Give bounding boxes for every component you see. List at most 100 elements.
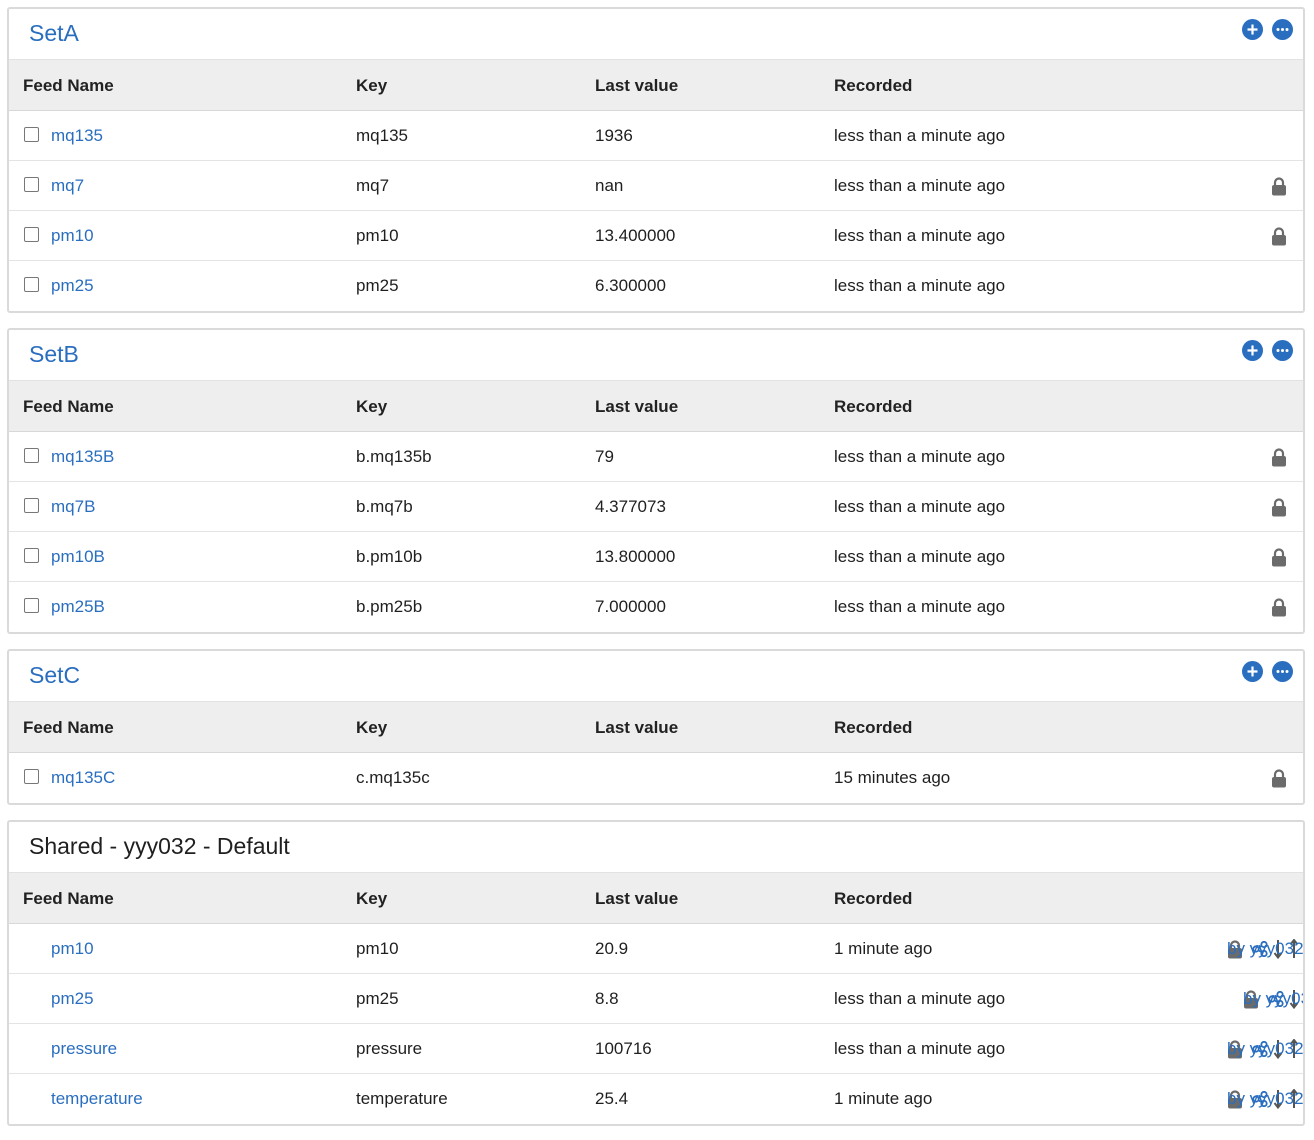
lock-icon (1272, 177, 1286, 196)
feed-last-value: nan (595, 176, 624, 195)
group-header: SetA (9, 9, 1303, 59)
feed-recorded: 15 minutes ago (834, 768, 951, 787)
add-feed-button[interactable] (1242, 661, 1263, 682)
group-options-button[interactable] (1272, 661, 1293, 682)
column-header-feed-name: Feed Name (23, 76, 114, 95)
feed-name-link[interactable]: mq7 (51, 176, 84, 196)
group-title[interactable]: SetA (29, 20, 79, 47)
feed-key: pm25 (356, 989, 399, 1008)
add-feed-button[interactable] (1242, 340, 1263, 361)
table-body: mq135C c.mq135c 15 minutes ago (9, 753, 1303, 803)
row-checkbox[interactable] (24, 448, 39, 463)
feed-name-link[interactable]: pm10 (51, 226, 94, 246)
lock-icon (1272, 769, 1286, 788)
table-row: pm25B b.pm25b 7.000000 less than a minute a… (9, 582, 1303, 632)
feed-name-link[interactable]: mq135B (51, 447, 114, 467)
row-checkbox[interactable] (24, 548, 39, 563)
column-header-key: Key (356, 76, 388, 95)
column-header-recorded: Recorded (834, 889, 913, 908)
group-actions (1242, 661, 1293, 682)
feed-name-link[interactable]: pm25 (51, 276, 94, 296)
feed-last-value: 4.377073 (595, 497, 666, 516)
feed-key: pm10 (356, 226, 399, 245)
column-header-feed-name: Feed Name (23, 889, 114, 908)
column-header-key: Key (356, 718, 388, 737)
plus-icon (1247, 666, 1258, 677)
table-row: mq135C c.mq135c 15 minutes ago (9, 753, 1303, 803)
column-header-last-value: Last value (595, 397, 679, 416)
shared-by-link[interactable]: by yyy032 (1227, 1089, 1303, 1109)
add-feed-button[interactable] (1242, 19, 1263, 40)
table-header: Feed Name Key Last value Recorded (9, 59, 1303, 111)
feed-recorded: less than a minute ago (834, 126, 1006, 145)
shared-feed-tools: by yyy032 (1243, 988, 1303, 1010)
row-checkbox[interactable] (24, 598, 39, 613)
table-row: pressure pressure 100716 less than a minute… (9, 1024, 1303, 1074)
feed-key: b.pm10b (356, 547, 423, 566)
group-actions (1242, 19, 1293, 40)
lock-icon (1272, 448, 1286, 467)
feed-name-link[interactable]: mq7B (51, 497, 95, 517)
feed-recorded: less than a minute ago (834, 547, 1006, 566)
feed-name-link[interactable]: pm25 (51, 989, 94, 1009)
feed-name-link[interactable]: pressure (51, 1039, 117, 1059)
feed-last-value: 13.400000 (595, 226, 676, 245)
table-row: temperature temperature 25.4 1 minute ago by… (9, 1074, 1303, 1124)
more-icon (1276, 670, 1289, 673)
table-row: mq7 mq7 nan less than a minute ago (9, 161, 1303, 211)
feed-name-link[interactable]: mq135 (51, 126, 103, 146)
column-header-key: Key (356, 397, 388, 416)
group-title[interactable]: SetC (29, 662, 80, 689)
table-row: pm10B b.pm10b 13.800000 less than a minute … (9, 532, 1303, 582)
feed-last-value: 1936 (595, 126, 633, 145)
feed-name-link[interactable]: pm10B (51, 547, 105, 567)
row-checkbox[interactable] (24, 227, 39, 242)
column-header-recorded: Recorded (834, 718, 913, 737)
feed-name-link[interactable]: temperature (51, 1089, 143, 1109)
table-row: pm25 pm25 8.8 less than a minute ago by yyy0… (9, 974, 1303, 1024)
feed-key: pm25 (356, 276, 399, 295)
feed-name-link[interactable]: mq135C (51, 768, 115, 788)
row-checkbox[interactable] (24, 127, 39, 142)
lock-icon (1272, 598, 1286, 617)
shared-feed-tools: by yyy032 (1227, 938, 1303, 960)
feed-recorded: less than a minute ago (834, 597, 1006, 616)
table-row: mq7B b.mq7b 4.377073 less than a minute ago (9, 482, 1303, 532)
lock-icon (1272, 227, 1286, 246)
row-checkbox[interactable] (24, 498, 39, 513)
group-actions (1242, 340, 1293, 361)
shared-by-link[interactable]: by yyy032 (1227, 1039, 1303, 1059)
feed-key: c.mq135c (356, 768, 430, 787)
row-checkbox[interactable] (24, 277, 39, 292)
feed-key: temperature (356, 1089, 448, 1108)
column-header-feed-name: Feed Name (23, 718, 114, 737)
table-row: pm10 pm10 20.9 1 minute ago by yyy032 (9, 924, 1303, 974)
feed-name-link[interactable]: pm25B (51, 597, 105, 617)
table-header: Feed Name Key Last value Recorded (9, 380, 1303, 432)
column-header-last-value: Last value (595, 76, 679, 95)
feed-last-value: 7.000000 (595, 597, 666, 616)
row-checkbox[interactable] (24, 177, 39, 192)
feed-key: b.mq135b (356, 447, 432, 466)
group-options-button[interactable] (1272, 340, 1293, 361)
feed-key: mq135 (356, 126, 408, 145)
feed-key: b.mq7b (356, 497, 413, 516)
row-checkbox[interactable] (24, 769, 39, 784)
table-body: mq135B b.mq135b 79 less than a minute ago mq… (9, 432, 1303, 632)
feed-key: b.pm25b (356, 597, 423, 616)
feed-recorded: less than a minute ago (834, 176, 1006, 195)
column-header-recorded: Recorded (834, 76, 913, 95)
feed-last-value: 8.8 (595, 989, 619, 1008)
group-title[interactable]: SetB (29, 341, 79, 368)
feed-recorded: less than a minute ago (834, 226, 1006, 245)
feed-name-link[interactable]: pm10 (51, 939, 94, 959)
shared-feed-group: Shared - yyy032 - Default Feed Name Key Las… (7, 820, 1305, 1126)
feed-key: pm10 (356, 939, 399, 958)
column-header-last-value: Last value (595, 889, 679, 908)
shared-by-link[interactable]: by yyy032 (1243, 989, 1303, 1009)
shared-by-link[interactable]: by yyy032 (1227, 939, 1303, 959)
column-header-last-value: Last value (595, 718, 679, 737)
group-header: Shared - yyy032 - Default (9, 822, 1303, 872)
table-row: pm10 pm10 13.400000 less than a minute ago (9, 211, 1303, 261)
group-options-button[interactable] (1272, 19, 1293, 40)
